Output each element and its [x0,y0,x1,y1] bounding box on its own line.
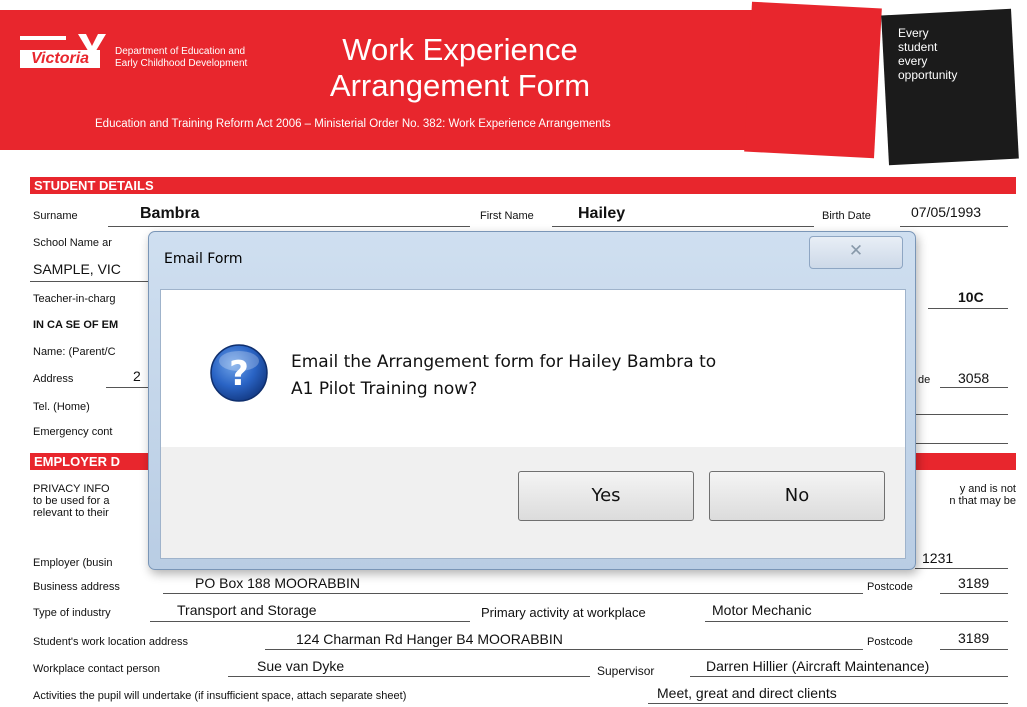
activities-field[interactable]: Meet, great and direct clients [657,685,837,701]
first-name-field[interactable]: Hailey [578,205,625,223]
employer-phone-underline [915,568,1008,569]
slogan-text: Every student every opportunity [898,26,1008,82]
business-address-underline [163,593,863,594]
student-postcode-underline [940,387,1008,388]
surname-label: Surname [33,210,78,222]
business-address-field[interactable]: PO Box 188 MOORABBIN [195,575,360,591]
phone-underline [915,414,1008,415]
privacy-line-3: relevant to their [33,507,109,519]
slogan-line-1: Every [898,26,929,40]
slogan-line-2: student [898,40,938,54]
first-name-label: First Name [480,210,534,222]
form-group-underline [928,308,1008,309]
work-postcode-underline [940,649,1008,650]
form-title-line-1: Work Experience [342,32,578,67]
school-name-field[interactable]: SAMPLE, VIC [33,261,121,277]
employer-phone-field[interactable]: 1231 [922,550,953,566]
birth-date-label: Birth Date [822,210,871,222]
student-postcode-label: de [918,374,931,386]
supervisor-field[interactable]: Darren Hillier (Aircraft Maintenance) [706,658,929,674]
business-postcode-field[interactable]: 3189 [958,575,989,591]
employer-label: Employer (busin [33,557,113,569]
industry-underline [150,621,470,622]
student-postcode-field[interactable]: 3058 [958,370,989,386]
slogan-line-4: opportunity [898,68,958,82]
privacy-notice-right: y and is not n that may be [930,483,1016,507]
dialog-message: Email the Arrangement form for Hailey Ba… [291,349,861,403]
home-phone-label: Tel. (Home) [33,401,90,413]
department-line-1: Department of Education and [115,46,246,57]
contact-person-label: Workplace contact person [33,663,160,675]
address-field[interactable]: 2 [133,368,141,384]
privacy-line-2: to be used for a [33,495,110,507]
primary-activity-field[interactable]: Motor Mechanic [712,602,812,618]
activities-label: Activities the pupil will undertake (if … [33,690,407,702]
school-underline [30,281,150,282]
address-underline [106,387,150,388]
yes-button[interactable]: Yes [518,471,694,521]
work-location-field[interactable]: 124 Charman Rd Hanger B4 MOORABBIN [296,631,563,647]
student-details-heading: STUDENT DETAILS [30,177,1016,194]
emergency-heading: IN CA SE OF EM [33,319,119,331]
privacy-notice-left: PRIVACY INFO to be used for a relevant t… [33,483,110,519]
birth-date-field[interactable]: 07/05/1993 [911,204,981,220]
birth-date-underline [900,226,1008,227]
no-button[interactable]: No [709,471,885,521]
department-line-2: Early Childhood Development [115,58,248,69]
business-address-label: Business address [33,581,120,593]
slogan-line-3: every [898,54,928,68]
form-group-field[interactable]: 10C [958,289,984,305]
legislation-line: Education and Training Reform Act 2006 –… [95,118,611,130]
surname-underline [108,226,470,227]
business-postcode-underline [940,593,1008,594]
dialog-message-line-1: Email the Arrangement form for Hailey Ba… [291,352,717,372]
close-icon: ✕ [848,241,864,260]
form-header-banner: Victoria Department of Education and Ear… [0,10,780,150]
primary-activity-label: Primary activity at workplace [481,605,646,620]
work-postcode-label: Postcode [867,636,913,648]
privacy-right-line-1: y and is not [959,483,1016,495]
victoria-logo: Victoria [20,34,108,70]
victoria-logo-text: Victoria [20,50,100,68]
primary-activity-underline [705,621,1008,622]
parent-name-label: Name: (Parent/C [33,346,116,358]
dialog-button-bar: Yes No [161,447,905,558]
email-form-dialog: Email Form ✕ ? Email the Arrangement for… [148,231,916,570]
school-name-label: School Name ar [33,237,112,249]
activities-underline [648,703,1008,704]
teacher-in-charge-label: Teacher-in-charg [33,293,116,305]
supervisor-label: Supervisor [597,664,655,678]
dialog-title: Email Form [164,251,243,267]
svg-text:?: ? [229,354,249,394]
work-postcode-field[interactable]: 3189 [958,630,989,646]
privacy-line-1: PRIVACY INFO [33,483,110,495]
dialog-body: ? Email the Arrangement form for Hailey … [160,289,906,559]
dialog-message-line-2: A1 Pilot Training now? [291,379,478,399]
question-icon: ? [210,344,268,402]
supervisor-underline [690,676,1008,677]
industry-field[interactable]: Transport and Storage [177,602,317,618]
work-location-underline [265,649,863,650]
emergency-contact-label: Emergency cont [33,426,113,438]
address-label: Address [33,373,74,385]
surname-field[interactable]: Bambra [140,205,200,223]
work-location-label: Student's work location address [33,636,188,648]
form-title: Work Experience Arrangement Form [310,32,610,104]
privacy-right-line-2: n that may be [949,495,1016,507]
contact-person-underline [228,676,590,677]
dialog-close-button[interactable]: ✕ [809,236,903,269]
decorative-red-tag [744,1,882,159]
business-postcode-label: Postcode [867,581,913,593]
first-name-underline [552,226,814,227]
department-name: Department of Education and Early Childh… [115,46,295,70]
industry-label: Type of industry [33,607,111,619]
contact-person-field[interactable]: Sue van Dyke [257,658,344,674]
emergency-underline [915,443,1008,444]
form-title-line-2: Arrangement Form [329,68,591,103]
